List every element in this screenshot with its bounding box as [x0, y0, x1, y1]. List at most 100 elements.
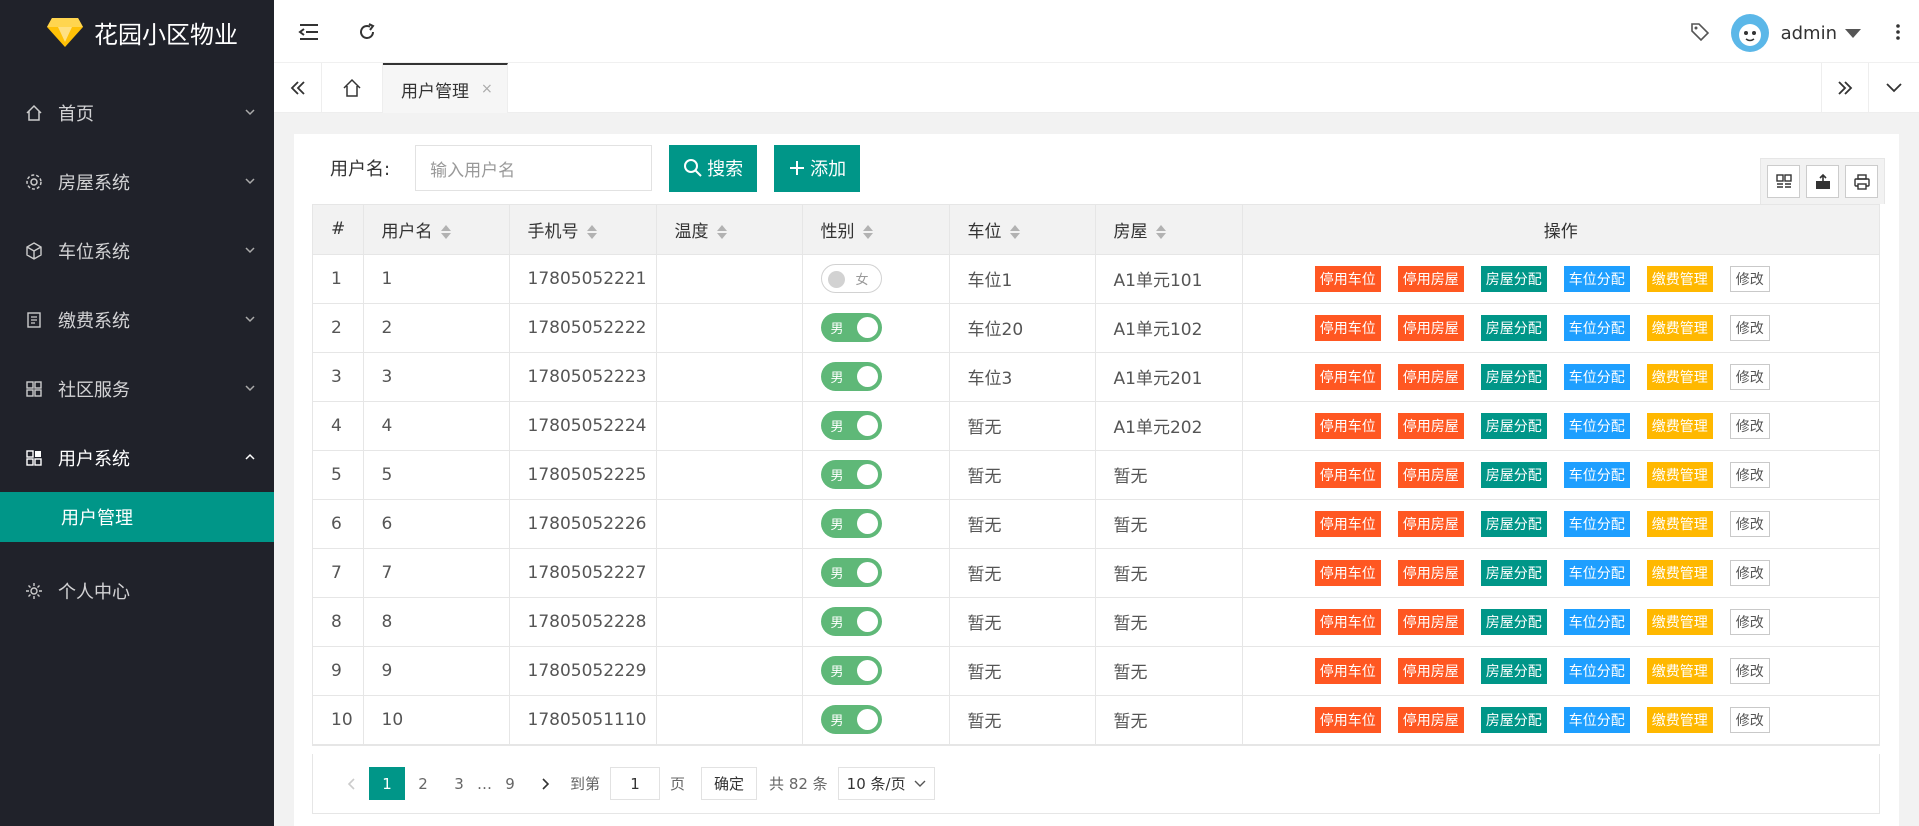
sort-icon[interactable]	[1155, 224, 1166, 239]
sort-icon[interactable]	[586, 224, 597, 239]
assign-parking-button[interactable]: 车位分配	[1563, 657, 1630, 684]
disable-house-button[interactable]: 停用房屋	[1397, 461, 1464, 488]
assign-house-button[interactable]: 房屋分配	[1480, 412, 1547, 439]
search-button[interactable]: 搜索	[669, 144, 758, 192]
collapse-menu-button[interactable]	[296, 19, 322, 45]
disable-parking-button[interactable]: 停用车位	[1314, 265, 1381, 292]
close-icon[interactable]: ×	[481, 81, 493, 97]
gender-switch[interactable]: 男	[820, 411, 882, 440]
disable-house-button[interactable]: 停用房屋	[1397, 412, 1464, 439]
disable-parking-button[interactable]: 停用车位	[1314, 314, 1381, 341]
assign-house-button[interactable]: 房屋分配	[1480, 608, 1547, 635]
disable-house-button[interactable]: 停用房屋	[1397, 559, 1464, 586]
assign-house-button[interactable]: 房屋分配	[1480, 510, 1547, 537]
gender-switch[interactable]: 男	[820, 656, 882, 685]
billing-management-button[interactable]: 缴费管理	[1646, 559, 1713, 586]
sidebar-item-community[interactable]: 社区服务	[0, 354, 274, 423]
billing-management-button[interactable]: 缴费管理	[1646, 657, 1713, 684]
theme-button[interactable]	[1687, 19, 1713, 45]
sidebar-item-users[interactable]: 用户系统	[0, 423, 274, 492]
assign-parking-button[interactable]: 车位分配	[1563, 412, 1630, 439]
gender-switch[interactable]: 男	[820, 558, 882, 587]
gender-switch[interactable]: 男	[820, 607, 882, 636]
edit-button[interactable]: 修改	[1729, 461, 1770, 488]
edit-button[interactable]: 修改	[1729, 657, 1770, 684]
column-header-parking[interactable]: 车位	[949, 205, 1096, 255]
sidebar-item-home[interactable]: 首页	[0, 78, 274, 147]
disable-parking-button[interactable]: 停用车位	[1314, 608, 1381, 635]
refresh-button[interactable]	[354, 19, 380, 45]
disable-house-button[interactable]: 停用房屋	[1397, 706, 1464, 733]
edit-button[interactable]: 修改	[1729, 314, 1770, 341]
column-header-house[interactable]: 房屋	[1095, 205, 1243, 255]
edit-button[interactable]: 修改	[1729, 706, 1770, 733]
billing-management-button[interactable]: 缴费管理	[1646, 363, 1713, 390]
page-size-select[interactable]: 10 条/页	[837, 767, 935, 800]
sort-icon[interactable]	[440, 224, 451, 239]
gender-switch[interactable]: 男	[820, 509, 882, 538]
page-1-button[interactable]: 1	[369, 767, 405, 800]
assign-parking-button[interactable]: 车位分配	[1563, 510, 1630, 537]
disable-parking-button[interactable]: 停用车位	[1314, 510, 1381, 537]
assign-house-button[interactable]: 房屋分配	[1480, 559, 1547, 586]
goto-confirm-button[interactable]: 确定	[701, 767, 758, 800]
username-search-input[interactable]: 输入用户名	[415, 145, 653, 191]
tabs-menu-button[interactable]	[1869, 63, 1919, 113]
tabs-scroll-left-button[interactable]	[274, 63, 322, 113]
tabs-scroll-right-button[interactable]	[1821, 63, 1869, 113]
tab-home[interactable]	[322, 63, 383, 113]
assign-house-button[interactable]: 房屋分配	[1480, 314, 1547, 341]
disable-house-button[interactable]: 停用房屋	[1397, 363, 1464, 390]
gender-switch[interactable]: 男	[820, 460, 882, 489]
billing-management-button[interactable]: 缴费管理	[1646, 510, 1713, 537]
more-button[interactable]	[1885, 19, 1911, 45]
sidebar-item-house[interactable]: 房屋系统	[0, 147, 274, 216]
gender-switch[interactable]: 男	[820, 362, 882, 391]
app-logo[interactable]: 花园小区物业	[0, 0, 274, 64]
add-button[interactable]: 添加	[774, 144, 861, 192]
sidebar-item-profile[interactable]: 个人中心	[0, 556, 274, 625]
gender-switch[interactable]: 女	[820, 264, 882, 293]
billing-management-button[interactable]: 缴费管理	[1646, 461, 1713, 488]
edit-button[interactable]: 修改	[1729, 559, 1770, 586]
billing-management-button[interactable]: 缴费管理	[1646, 608, 1713, 635]
goto-page-input[interactable]: 1	[610, 767, 661, 800]
sort-icon[interactable]	[716, 224, 727, 239]
disable-parking-button[interactable]: 停用车位	[1314, 706, 1381, 733]
columns-filter-button[interactable]	[1767, 165, 1800, 198]
column-header-temperature[interactable]: 温度	[656, 205, 803, 255]
assign-parking-button[interactable]: 车位分配	[1563, 608, 1630, 635]
tab-user-management[interactable]: 用户管理 ×	[383, 63, 508, 113]
assign-parking-button[interactable]: 车位分配	[1563, 363, 1630, 390]
billing-management-button[interactable]: 缴费管理	[1646, 314, 1713, 341]
sidebar-item-parking[interactable]: 车位系统	[0, 216, 274, 285]
assign-parking-button[interactable]: 车位分配	[1563, 314, 1630, 341]
sort-icon[interactable]	[862, 224, 873, 239]
last-page-button[interactable]: 9	[492, 767, 528, 800]
disable-parking-button[interactable]: 停用车位	[1314, 412, 1381, 439]
assign-house-button[interactable]: 房屋分配	[1480, 265, 1547, 292]
print-button[interactable]	[1845, 165, 1878, 198]
edit-button[interactable]: 修改	[1729, 265, 1770, 292]
disable-parking-button[interactable]: 停用车位	[1314, 657, 1381, 684]
gender-switch[interactable]: 男	[820, 705, 882, 734]
billing-management-button[interactable]: 缴费管理	[1646, 265, 1713, 292]
assign-house-button[interactable]: 房屋分配	[1480, 461, 1547, 488]
gender-switch[interactable]: 男	[820, 313, 882, 342]
page-2-button[interactable]: 2	[405, 767, 441, 800]
export-button[interactable]	[1806, 165, 1839, 198]
sidebar-subitem-user-management[interactable]: 用户管理	[0, 492, 274, 542]
assign-parking-button[interactable]: 车位分配	[1563, 559, 1630, 586]
assign-house-button[interactable]: 房屋分配	[1480, 363, 1547, 390]
disable-house-button[interactable]: 停用房屋	[1397, 657, 1464, 684]
prev-page-button[interactable]	[333, 767, 369, 800]
disable-parking-button[interactable]: 停用车位	[1314, 461, 1381, 488]
column-header-username[interactable]: 用户名	[363, 205, 510, 255]
edit-button[interactable]: 修改	[1729, 412, 1770, 439]
assign-parking-button[interactable]: 车位分配	[1563, 461, 1630, 488]
disable-house-button[interactable]: 停用房屋	[1397, 265, 1464, 292]
sort-icon[interactable]	[1009, 224, 1020, 239]
assign-parking-button[interactable]: 车位分配	[1563, 265, 1630, 292]
edit-button[interactable]: 修改	[1729, 510, 1770, 537]
assign-parking-button[interactable]: 车位分配	[1563, 706, 1630, 733]
